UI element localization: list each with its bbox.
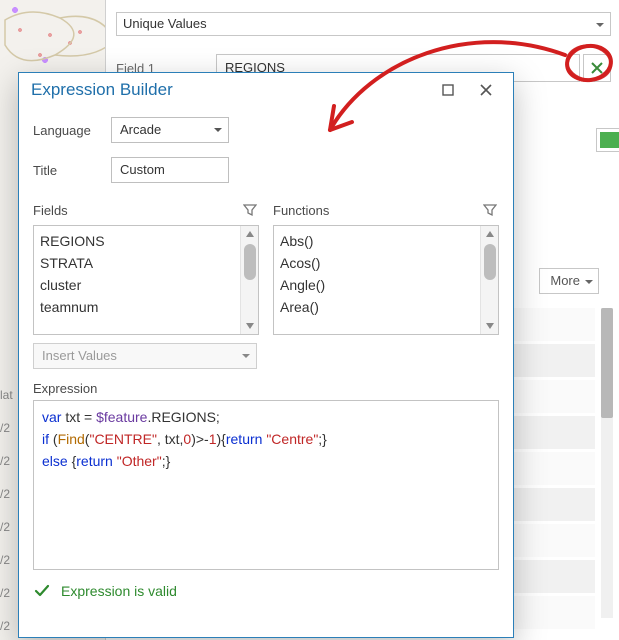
- validation-status: Expression is valid: [33, 582, 499, 600]
- close-button[interactable]: [467, 76, 505, 104]
- bg-row-labels: lat /2 /2 /2 /2 /2 /2 /2: [0, 388, 13, 640]
- more-dropdown[interactable]: More: [539, 268, 599, 294]
- filter-icon[interactable]: [241, 201, 259, 219]
- list-item[interactable]: REGIONS: [40, 230, 238, 252]
- list-item[interactable]: cluster: [40, 274, 238, 296]
- dialog-title: Expression Builder: [31, 80, 429, 100]
- language-dropdown[interactable]: Arcade: [111, 117, 229, 143]
- value-list-scrollbar[interactable]: [601, 308, 613, 618]
- list-item[interactable]: Acos(): [280, 252, 478, 274]
- expression-label: Expression: [33, 381, 499, 396]
- title-label: Title: [33, 163, 111, 178]
- list-item[interactable]: teamnum: [40, 296, 238, 318]
- maximize-button[interactable]: [429, 76, 467, 104]
- fields-listbox[interactable]: REGIONS STRATA cluster teamnum: [33, 225, 259, 335]
- check-icon: [33, 582, 51, 600]
- list-item[interactable]: Area(): [280, 296, 478, 318]
- color-swatch: [600, 132, 619, 148]
- fields-label: Fields: [33, 203, 241, 218]
- list-item[interactable]: STRATA: [40, 252, 238, 274]
- color-scheme-button[interactable]: [596, 128, 619, 152]
- expression-builder-dialog: Expression Builder Language Arcade Title…: [18, 72, 514, 638]
- dialog-titlebar[interactable]: Expression Builder: [19, 73, 513, 107]
- fields-scrollbar[interactable]: [240, 226, 258, 334]
- title-input[interactable]: Custom: [111, 157, 229, 183]
- filter-icon[interactable]: [481, 201, 499, 219]
- list-item[interactable]: Angle(): [280, 274, 478, 296]
- functions-scrollbar[interactable]: [480, 226, 498, 334]
- expression-button[interactable]: [583, 54, 611, 82]
- symbology-type-dropdown[interactable]: Unique Values: [116, 12, 611, 36]
- language-label: Language: [33, 123, 111, 138]
- functions-label: Functions: [273, 203, 481, 218]
- list-item[interactable]: Abs(): [280, 230, 478, 252]
- functions-listbox[interactable]: Abs() Acos() Angle() Area(): [273, 225, 499, 335]
- insert-values-dropdown[interactable]: Insert Values: [33, 343, 257, 369]
- expression-editor[interactable]: var txt = $feature.REGIONS; if (Find("CE…: [33, 400, 499, 570]
